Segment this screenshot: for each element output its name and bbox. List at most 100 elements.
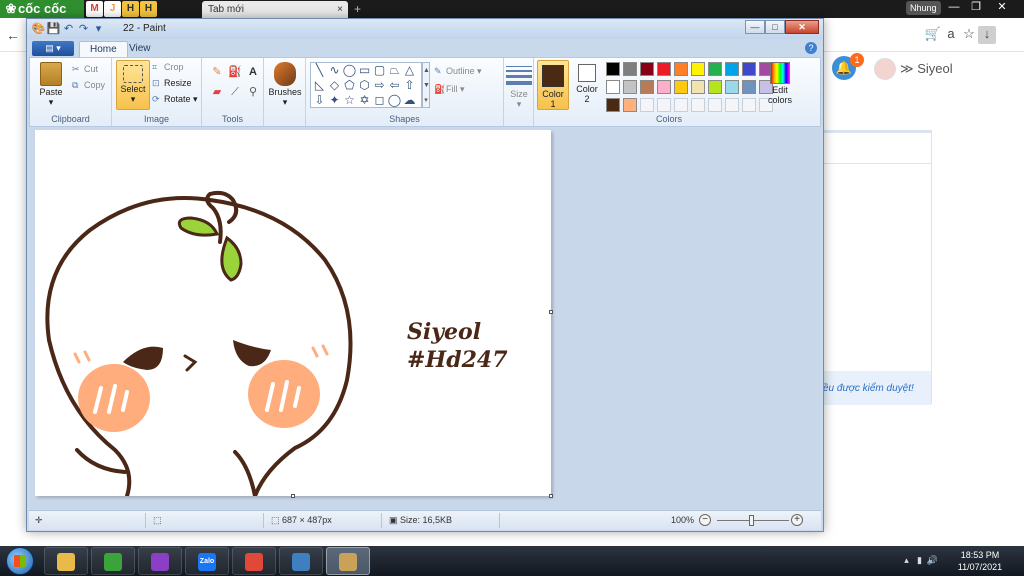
down-arrow-shape-icon[interactable]: ⇩ xyxy=(312,93,327,108)
tab-h1-icon[interactable]: H xyxy=(122,1,139,17)
palette-swatch[interactable] xyxy=(691,80,705,94)
palette-swatch[interactable] xyxy=(623,80,637,94)
close-tab-icon[interactable]: × xyxy=(337,1,343,18)
pencil-icon[interactable]: ✎ xyxy=(208,64,226,80)
palette-swatch[interactable] xyxy=(657,62,671,76)
five-point-star-shape-icon[interactable]: ☆ xyxy=(342,93,357,108)
paint-titlebar[interactable]: 🎨💾 ↶ ↷ ▾ 22 - Paint — □ ✕ xyxy=(27,19,823,39)
save-icon[interactable]: 💾 xyxy=(46,22,61,35)
translate-icon[interactable]: a xyxy=(942,26,960,41)
palette-swatch[interactable] xyxy=(606,62,620,76)
taskbar-file-explorer[interactable] xyxy=(44,547,88,575)
palette-swatch[interactable] xyxy=(691,98,705,112)
color1-button[interactable]: Color 1 xyxy=(537,60,569,110)
paint-menu-button[interactable]: ▤ ▾ xyxy=(32,41,74,56)
taskbar-coccoc-browser[interactable] xyxy=(91,547,135,575)
taskbar-chrome[interactable] xyxy=(232,547,276,575)
paste-button[interactable]: Paste ▾ xyxy=(34,60,68,108)
download-icon[interactable]: ↓ xyxy=(978,26,996,44)
oval-shape-icon[interactable]: ◯ xyxy=(342,63,357,78)
redo-icon[interactable]: ↷ xyxy=(76,22,91,35)
palette-swatch[interactable] xyxy=(742,80,756,94)
palette-swatch[interactable] xyxy=(708,62,722,76)
minimize-button[interactable]: — xyxy=(745,20,765,34)
drawing-canvas[interactable]: Siyeol #Hd247 xyxy=(35,130,551,496)
undo-icon[interactable]: ↶ xyxy=(61,22,76,35)
palette-swatch[interactable] xyxy=(640,62,654,76)
palette-swatch[interactable] xyxy=(657,80,671,94)
network-signal-icon[interactable]: ▮ xyxy=(913,555,926,566)
pentagon-shape-icon[interactable]: ⬠ xyxy=(342,78,357,93)
palette-swatch[interactable] xyxy=(725,62,739,76)
resize-handle-right[interactable] xyxy=(549,310,553,314)
palette-swatch[interactable] xyxy=(674,62,688,76)
palette-swatch[interactable] xyxy=(640,80,654,94)
volume-icon[interactable]: 🔊 xyxy=(926,555,939,566)
palette-swatch[interactable] xyxy=(691,62,705,76)
avatar[interactable] xyxy=(874,58,896,80)
tab-view[interactable]: View xyxy=(119,41,161,57)
polygon-shape-icon[interactable]: ⏢ xyxy=(387,63,402,78)
select-button[interactable]: Select ▾ xyxy=(116,60,150,110)
palette-swatch[interactable] xyxy=(657,98,671,112)
crop-button[interactable]: ⌗ Crop xyxy=(152,60,184,75)
taskbar-zalo[interactable]: Zalo xyxy=(185,547,229,575)
taskbar-paint[interactable] xyxy=(326,547,370,575)
color2-button[interactable]: Color 2 xyxy=(572,60,602,104)
browser-tab-new[interactable]: Tab mới × xyxy=(202,1,348,18)
palette-swatch[interactable] xyxy=(708,80,722,94)
right-arrow-shape-icon[interactable]: ⇨ xyxy=(372,78,387,93)
start-button[interactable] xyxy=(6,547,34,575)
cloud-callout-shape-icon[interactable]: ☁ xyxy=(402,93,417,108)
customize-qat-icon[interactable]: ▾ xyxy=(91,22,106,35)
tray-arrow-icon[interactable]: ▴ xyxy=(900,555,913,566)
hexagon-shape-icon[interactable]: ⬡ xyxy=(357,78,372,93)
eraser-icon[interactable]: ▰ xyxy=(208,84,226,100)
cut-button[interactable]: ✂ Cut xyxy=(72,62,98,77)
outline-button[interactable]: ✎ Outline ▾ xyxy=(434,64,482,79)
right-triangle-shape-icon[interactable]: ◺ xyxy=(312,78,327,93)
palette-swatch[interactable] xyxy=(674,98,688,112)
palette-swatch[interactable] xyxy=(623,98,637,112)
color-picker-icon[interactable]: ⟋ xyxy=(226,84,244,100)
resize-handle-bottom[interactable] xyxy=(291,494,295,498)
magnifier-icon[interactable]: ⚲ xyxy=(244,84,262,100)
new-tab-button[interactable]: + xyxy=(354,2,361,16)
left-arrow-shape-icon[interactable]: ⇦ xyxy=(387,78,402,93)
tab-j-icon[interactable]: J xyxy=(104,1,121,17)
back-arrow-icon[interactable]: ← xyxy=(6,27,20,43)
size-button[interactable]: Size ▾ xyxy=(502,60,536,110)
zoom-in-button[interactable]: + xyxy=(791,514,803,526)
zoom-slider-thumb[interactable] xyxy=(749,515,754,526)
triangle-shape-icon[interactable]: △ xyxy=(402,63,417,78)
six-point-star-shape-icon[interactable]: ✡ xyxy=(357,93,372,108)
brushes-button[interactable]: Brushes ▾ xyxy=(268,60,302,108)
palette-swatch[interactable] xyxy=(640,98,654,112)
palette-swatch[interactable] xyxy=(742,62,756,76)
palette-swatch[interactable] xyxy=(623,62,637,76)
browser-maximize-icon[interactable]: ❐ xyxy=(966,0,986,16)
help-icon[interactable]: ? xyxy=(805,42,817,54)
diamond-shape-icon[interactable]: ◇ xyxy=(327,78,342,93)
palette-swatch[interactable] xyxy=(674,80,688,94)
rounded-rectangle-shape-icon[interactable]: ▢ xyxy=(372,63,387,78)
palette-swatch[interactable] xyxy=(708,98,722,112)
coccoc-logo[interactable]: ❀ cốc cốc xyxy=(0,0,84,18)
browser-close-icon[interactable]: ✕ xyxy=(992,0,1012,16)
resize-button[interactable]: ⊡ Resize xyxy=(152,76,192,91)
resize-handle-corner[interactable] xyxy=(549,494,553,498)
palette-swatch[interactable] xyxy=(606,98,620,112)
cart-icon[interactable]: 🛒 xyxy=(924,26,942,42)
star-icon[interactable]: ☆ xyxy=(960,26,978,42)
oval-callout-shape-icon[interactable]: ◯ xyxy=(387,93,402,108)
palette-swatch[interactable] xyxy=(725,80,739,94)
clock[interactable]: 18:53 PM 11/07/2021 xyxy=(950,549,1010,573)
edit-colors-button[interactable]: Edit colors xyxy=(760,60,800,105)
palette-swatch[interactable] xyxy=(742,98,756,112)
palette-swatch[interactable] xyxy=(606,80,620,94)
fill-bucket-icon[interactable]: ⛽ xyxy=(226,64,244,80)
tab-h2-icon[interactable]: H xyxy=(140,1,157,17)
maximize-button[interactable]: □ xyxy=(765,20,785,34)
taskbar-game-app[interactable] xyxy=(138,547,182,575)
shapes-scrollbar[interactable]: ▲ ▼ ▾ xyxy=(422,62,430,108)
